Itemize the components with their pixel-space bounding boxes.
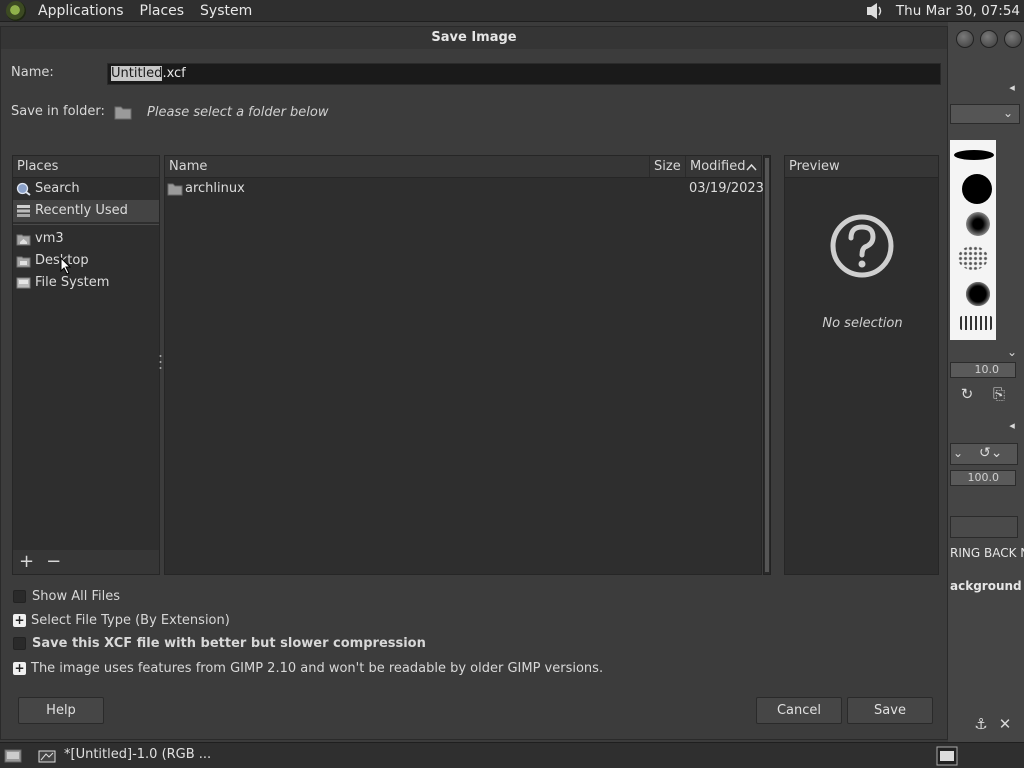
compat-notice-label: The image uses features from GIMP 2.10 a… — [31, 661, 604, 676]
open-folder-icon[interactable]: ⎘ — [990, 386, 1008, 402]
folder-icon — [167, 183, 183, 196]
pane-resize-handle[interactable] — [159, 353, 162, 375]
chevron-down-icon[interactable]: ⌄ — [1003, 344, 1021, 360]
show-all-files-label: Show All Files — [32, 589, 120, 604]
window-maximize-button[interactable] — [980, 30, 998, 48]
compression-label: Save this XCF file with better but slowe… — [32, 636, 426, 651]
brush-grid[interactable] — [950, 140, 996, 340]
expand-icon: + — [13, 661, 26, 675]
save-image-dialog: Save Image Name: Untitled.xcf Save in fo… — [0, 26, 948, 740]
save-button[interactable]: Save — [847, 697, 933, 724]
save-in-hint: Please select a folder below — [147, 105, 329, 120]
question-mark-icon — [830, 214, 894, 278]
brush-size-field[interactable]: 10.0 — [950, 362, 1016, 378]
place-label: Search — [35, 181, 80, 196]
place-item-desktop[interactable]: Desktop — [13, 250, 159, 272]
select-file-type-label: Select File Type (By Extension) — [31, 613, 230, 628]
scrollbar-thumb[interactable] — [765, 158, 769, 572]
add-bookmark-button[interactable]: + — [19, 553, 34, 571]
compression-checkbox[interactable] — [13, 637, 26, 650]
save-in-label: Save in folder: — [11, 104, 105, 119]
search-icon — [16, 182, 31, 196]
places-separator — [13, 224, 159, 225]
file-list: Name Size Modified archlinux 03/19/2023 — [164, 155, 764, 575]
show-desktop-icon[interactable] — [4, 748, 22, 764]
compression-option[interactable]: Save this XCF file with better but slowe… — [13, 636, 426, 651]
places-header[interactable]: Places — [13, 156, 159, 178]
brush-selector[interactable]: ⌄ — [950, 104, 1020, 124]
delete-icon[interactable]: ✕ — [996, 716, 1014, 732]
menu-places[interactable]: Places — [136, 3, 189, 19]
compat-notice-expander[interactable]: + The image uses features from GIMP 2.10… — [13, 661, 603, 676]
place-item-recently-used[interactable]: Recently Used — [13, 200, 159, 222]
anchor-icon[interactable]: ⚓ — [972, 716, 990, 732]
window-close-button[interactable] — [1004, 30, 1022, 48]
preview-pane: Preview No selection — [784, 155, 939, 575]
place-label: File System — [35, 275, 110, 290]
drive-icon — [16, 277, 31, 289]
show-all-files-checkbox[interactable] — [13, 590, 26, 603]
show-all-files-option[interactable]: Show All Files — [13, 589, 120, 604]
column-name[interactable]: Name — [165, 156, 650, 177]
layer-name[interactable]: RING BACK N — [950, 546, 1024, 560]
filename-selection: Untitled — [111, 66, 163, 81]
places-pane: Places Search Recently Used vm3 Desktop … — [12, 155, 160, 575]
gnome-foot-icon[interactable] — [6, 0, 26, 21]
mode-selector[interactable]: ⌄ ↺⌄ — [950, 443, 1018, 465]
taskbar-window-button[interactable]: *[Untitled]-1.0 (RGB ... — [64, 747, 211, 762]
file-modified: 03/19/2023 — [689, 181, 764, 196]
bottom-taskbar: *[Untitled]-1.0 (RGB ... — [0, 742, 1024, 768]
file-list-header: Name Size Modified — [165, 156, 761, 178]
file-name: archlinux — [185, 181, 245, 196]
clock[interactable]: Thu Mar 30, 07:54 — [896, 3, 1020, 19]
dock-menu-icon[interactable]: ◂ — [1003, 418, 1021, 434]
preview-header: Preview — [785, 156, 938, 178]
folder-icon — [114, 106, 132, 120]
dialog-title: Save Image — [1, 27, 947, 49]
filename-input[interactable]: Untitled.xcf — [107, 63, 941, 85]
background-layer-name[interactable]: ackground — [950, 579, 1022, 593]
preview-empty-text: No selection — [822, 316, 903, 331]
opacity-field[interactable]: 100.0 — [950, 470, 1016, 486]
home-folder-icon — [16, 234, 31, 246]
window-minimize-button[interactable] — [956, 30, 974, 48]
dock-menu-icon[interactable]: ◂ — [1003, 80, 1021, 96]
column-size[interactable]: Size — [650, 156, 686, 177]
sort-ascending-icon — [746, 163, 757, 171]
place-item-vm3[interactable]: vm3 — [13, 228, 159, 250]
place-label: vm3 — [35, 231, 64, 246]
remove-bookmark-button[interactable]: − — [46, 553, 61, 571]
column-modified[interactable]: Modified — [686, 156, 761, 177]
chevron-down-icon: ⌄ — [1002, 106, 1013, 120]
undo-icon: ↺⌄ — [979, 445, 1003, 461]
place-item-file-system[interactable]: File System — [13, 272, 159, 294]
select-file-type-expander[interactable]: + Select File Type (By Extension) — [13, 613, 230, 628]
recent-icon — [17, 205, 30, 217]
gimp-background-window — [948, 22, 1024, 742]
refresh-icon[interactable]: ↻ — [958, 386, 976, 402]
volume-icon[interactable] — [864, 1, 886, 21]
filename-extension: .xcf — [162, 66, 186, 81]
help-button[interactable]: Help — [18, 697, 104, 724]
menu-applications[interactable]: Applications — [34, 3, 128, 19]
place-item-search[interactable]: Search — [13, 178, 159, 200]
places-toolbar: + − — [13, 550, 159, 574]
table-row[interactable]: archlinux 03/19/2023 — [165, 178, 764, 200]
gimp-task-icon — [38, 750, 56, 763]
expand-icon: + — [13, 613, 26, 627]
cancel-button[interactable]: Cancel — [756, 697, 842, 724]
column-modified-label: Modified — [690, 159, 746, 174]
file-list-scrollbar[interactable] — [763, 155, 771, 575]
top-panel: Applications Places System Thu Mar 30, 0… — [0, 0, 1024, 22]
menu-system[interactable]: System — [196, 3, 256, 19]
desktop-icon — [16, 256, 31, 268]
place-label: Recently Used — [35, 203, 128, 218]
workspace-switcher-icon[interactable] — [936, 746, 958, 766]
mouse-cursor — [60, 257, 72, 275]
layer-mask-row[interactable] — [950, 516, 1018, 538]
name-label: Name: — [11, 65, 54, 80]
